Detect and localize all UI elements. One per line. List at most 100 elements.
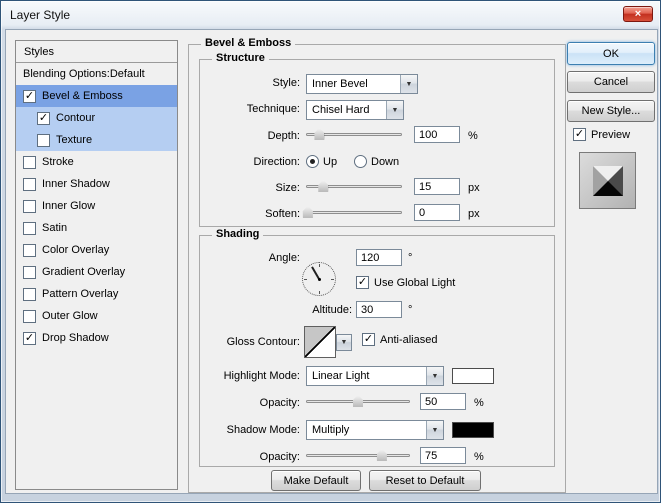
sidebar-item-label: Drop Shadow <box>42 332 109 344</box>
anti-aliased-checkbox[interactable]: ✓ Anti-aliased <box>362 333 437 346</box>
anti-aliased-checkmark[interactable]: ✓ <box>362 333 375 346</box>
soften-slider[interactable] <box>302 205 402 219</box>
sidebar-item-blending-options[interactable]: Blending Options:Default <box>16 63 177 85</box>
sidebar-item-label: Satin <box>42 222 68 234</box>
depth-label: Depth: <box>267 130 300 142</box>
sidebar-item-label: Contour <box>56 112 96 124</box>
sidebar-item-gradient-overlay[interactable]: Gradient Overlay <box>16 261 177 283</box>
window-title: Layer Style <box>10 8 71 22</box>
shadow-opacity-input[interactable] <box>420 447 466 464</box>
depth-slider[interactable] <box>306 127 402 141</box>
direction-up-radio[interactable] <box>306 155 319 168</box>
shadow-mode-select[interactable]: Multiply ▼ <box>306 420 444 440</box>
direction-up-label: Up <box>323 156 338 168</box>
sidebar-item-contour[interactable]: ✓ Contour <box>16 107 177 129</box>
highlight-opacity-input[interactable] <box>420 393 466 410</box>
soften-label: Soften: <box>265 208 300 220</box>
chevron-down-icon: ▼ <box>400 75 417 93</box>
highlight-opacity-slider[interactable] <box>306 394 410 408</box>
pattern-overlay-checkbox[interactable] <box>23 287 36 301</box>
contour-checkbox[interactable]: ✓ <box>37 111 50 125</box>
highlight-color-swatch[interactable] <box>452 368 494 384</box>
stroke-checkbox[interactable] <box>23 155 36 169</box>
angle-input[interactable] <box>356 249 402 266</box>
cancel-button[interactable]: Cancel <box>567 71 655 93</box>
preview-label: Preview <box>591 128 631 141</box>
sidebar-item-pattern-overlay[interactable]: Pattern Overlay <box>16 283 177 305</box>
shadow-opacity-slider[interactable] <box>306 448 410 462</box>
sidebar-item-label: Texture <box>56 134 93 146</box>
direction-down-radio[interactable] <box>354 155 367 168</box>
satin-checkbox[interactable] <box>23 221 36 235</box>
soften-slider-track[interactable] <box>306 211 402 214</box>
sidebar-item-bevel-emboss[interactable]: ✓ Bevel & Emboss <box>16 85 177 107</box>
shadow-mode-label: Shadow Mode: <box>226 424 300 436</box>
angle-dial[interactable] <box>302 262 336 296</box>
sidebar-item-label: Outer Glow <box>42 310 98 322</box>
inner-glow-checkbox[interactable] <box>23 199 36 213</box>
layer-style-dialog: Layer Style × Styles Blending Options:De… <box>0 0 661 503</box>
bevel-preview-shape <box>592 165 623 196</box>
use-global-light-checkmark[interactable]: ✓ <box>356 276 369 289</box>
highlight-mode-select[interactable]: Linear Light ▼ <box>306 366 444 386</box>
sidebar-item-satin[interactable]: Satin <box>16 217 177 239</box>
sidebar-item-outer-glow[interactable]: Outer Glow <box>16 305 177 327</box>
preview-checkbox[interactable]: ✓ Preview <box>573 128 630 141</box>
shading-legend: Shading <box>212 228 264 240</box>
outer-glow-checkbox[interactable] <box>23 309 36 323</box>
sidebar-item-inner-glow[interactable]: Inner Glow <box>16 195 177 217</box>
technique-select[interactable]: Chisel Hard ▼ <box>306 100 404 120</box>
color-overlay-checkbox[interactable] <box>23 243 36 257</box>
gloss-contour-thumbnail[interactable] <box>304 326 336 358</box>
highlight-mode-label: Highlight Mode: <box>223 370 300 382</box>
style-select[interactable]: Inner Bevel ▼ <box>306 74 418 94</box>
sidebar-item-inner-shadow[interactable]: Inner Shadow <box>16 173 177 195</box>
new-style-button[interactable]: New Style... <box>567 100 655 122</box>
use-global-light-checkbox[interactable]: ✓ Use Global Light <box>356 276 455 289</box>
shadow-mode-value: Multiply <box>312 424 350 436</box>
size-unit: px <box>468 182 480 194</box>
depth-slider-thumb[interactable] <box>314 128 325 140</box>
reset-to-default-button[interactable]: Reset to Default <box>369 470 481 491</box>
depth-input[interactable] <box>414 126 460 143</box>
sidebar-item-styles[interactable]: Styles <box>16 41 177 63</box>
soften-input[interactable] <box>414 204 460 221</box>
inner-shadow-checkbox[interactable] <box>23 177 36 191</box>
sidebar-item-stroke[interactable]: Stroke <box>16 151 177 173</box>
soften-slider-thumb[interactable] <box>302 206 313 218</box>
size-input[interactable] <box>414 178 460 195</box>
dialog-content: Styles Blending Options:Default ✓ Bevel … <box>5 29 658 494</box>
shadow-opacity-thumb[interactable] <box>376 449 387 461</box>
sidebar-item-color-overlay[interactable]: Color Overlay <box>16 239 177 261</box>
gloss-contour-label: Gloss Contour: <box>226 336 300 348</box>
ok-button[interactable]: OK <box>567 42 655 65</box>
size-slider-thumb[interactable] <box>318 180 329 192</box>
gloss-contour-dropdown[interactable]: ▼ <box>336 334 352 351</box>
shadow-opacity-track[interactable] <box>306 454 410 457</box>
titlebar[interactable]: Layer Style × <box>1 1 660 29</box>
drop-shadow-checkbox[interactable]: ✓ <box>23 331 36 345</box>
close-button[interactable]: × <box>623 6 653 22</box>
size-slider[interactable] <box>306 179 402 193</box>
sidebar-item-drop-shadow[interactable]: ✓ Drop Shadow <box>16 327 177 349</box>
chevron-down-icon: ▼ <box>426 421 443 439</box>
chevron-down-icon: ▼ <box>386 101 403 119</box>
shadow-color-swatch[interactable] <box>452 422 494 438</box>
gradient-overlay-checkbox[interactable] <box>23 265 36 279</box>
sidebar-item-texture[interactable]: Texture <box>16 129 177 151</box>
bevel-emboss-checkbox[interactable]: ✓ <box>23 89 36 103</box>
altitude-label: Altitude: <box>312 304 352 316</box>
structure-legend: Structure <box>212 52 269 64</box>
direction-label: Direction: <box>253 156 300 168</box>
bevel-emboss-panel: Bevel & Emboss Structure Style: Inner Be… <box>188 37 566 493</box>
dial-tick <box>319 264 320 267</box>
use-global-light-label: Use Global Light <box>374 276 456 289</box>
dial-center-dot <box>317 277 321 281</box>
make-default-button[interactable]: Make Default <box>271 470 361 491</box>
texture-checkbox[interactable] <box>37 133 50 147</box>
highlight-opacity-thumb[interactable] <box>353 395 363 407</box>
chevron-down-icon: ▼ <box>426 367 443 385</box>
altitude-input[interactable] <box>356 301 402 318</box>
preview-checkmark[interactable]: ✓ <box>573 128 586 141</box>
depth-unit: % <box>468 130 478 142</box>
